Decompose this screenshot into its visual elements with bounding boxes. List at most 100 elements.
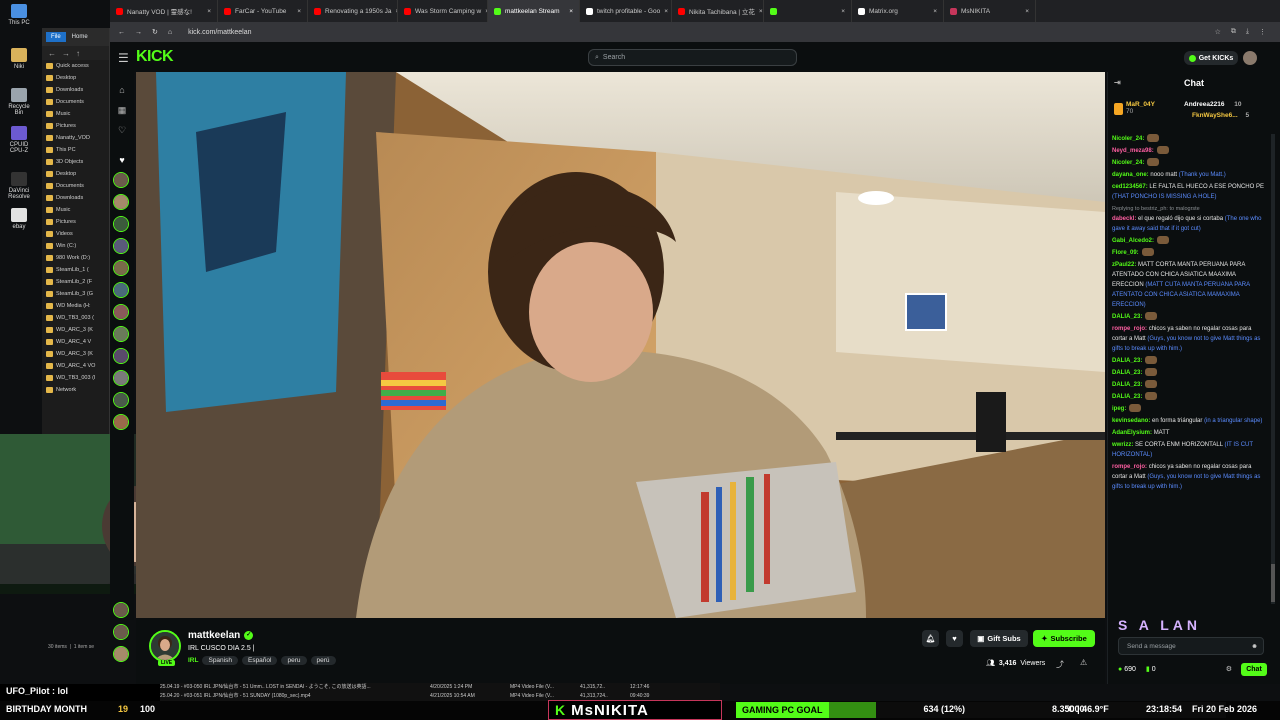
chat-username[interactable]: wwrizz: <box>1112 442 1133 448</box>
notification-bell-button[interactable]: 🔔︎ <box>922 630 939 647</box>
points-display[interactable]: ● 690 <box>1118 666 1136 673</box>
chat-message[interactable]: dayana_one: nooo matt (Thank you Matt.) <box>1112 170 1268 180</box>
browser-tab[interactable]: Nikita Tachibana | 立花 × <box>672 0 764 22</box>
followed-channel-avatar[interactable] <box>113 624 129 640</box>
tree-item[interactable]: WD Media (H: <box>46 300 109 312</box>
chat-message[interactable]: Nicoler_24: <box>1112 134 1268 144</box>
chat-message[interactable]: rompe_rojo: chicos ya saben no regalar c… <box>1112 462 1268 492</box>
desktop-icon[interactable]: This PC <box>4 4 34 26</box>
tree-item[interactable]: Downloads <box>46 192 109 204</box>
tree-item[interactable]: WD_ARC_3 (K <box>46 324 109 336</box>
file-row[interactable]: 25.04.19 - #03-050 IRL JPN/仙台市 - 51 Umm.… <box>160 683 720 692</box>
tab-close-icon[interactable]: × <box>207 8 211 15</box>
desktop-icon[interactable]: CPUID CPU-Z <box>4 126 34 154</box>
chat-message[interactable]: Flore_09: <box>1112 248 1268 258</box>
chat-send-button[interactable]: Chat <box>1241 663 1267 676</box>
tag-pill[interactable]: perú <box>310 656 336 665</box>
chat-username[interactable]: DALIA_23: <box>1112 358 1142 364</box>
user-avatar[interactable] <box>1243 51 1257 65</box>
desktop-icon[interactable]: ebay <box>4 208 34 230</box>
up-arrow-icon[interactable]: ↑ <box>76 49 80 58</box>
scroll-thumb[interactable] <box>1271 564 1275 602</box>
tab-close-icon[interactable]: × <box>664 8 668 15</box>
browser-tab[interactable]: Renovating a 1950s Ja× <box>308 0 398 22</box>
tag-pill[interactable]: peru <box>281 656 307 665</box>
following-rail-icon[interactable]: ♡ <box>116 124 128 136</box>
kick-logo[interactable]: KICK <box>136 48 174 66</box>
tree-item[interactable]: Documents <box>46 96 109 108</box>
browser-tab[interactable]: FarCar - YouTube × <box>218 0 308 22</box>
share-icon[interactable]: ⤴ <box>1056 659 1064 670</box>
followed-channel-avatar[interactable] <box>113 414 129 430</box>
chat-username[interactable]: ced1234567: <box>1112 184 1148 190</box>
forward-icon[interactable]: → <box>135 29 142 36</box>
tree-item[interactable]: SteamLib_1 ( <box>46 264 109 276</box>
channel-name[interactable]: mattkeelan <box>188 630 240 641</box>
reload-icon[interactable]: ↻ <box>152 28 158 36</box>
url-field[interactable]: kick.com/mattkeelan <box>188 29 251 36</box>
tab-close-icon[interactable]: × <box>933 8 937 15</box>
tree-item[interactable]: Win (C:) <box>46 240 109 252</box>
forward-arrow-icon[interactable]: → <box>62 49 70 58</box>
chat-message[interactable]: DALIA_23: <box>1112 312 1268 322</box>
followed-channel-avatar[interactable] <box>113 370 129 386</box>
get-kicks-button[interactable]: Get KICKs <box>1184 51 1238 65</box>
download-icon[interactable]: ⤓ <box>1246 28 1249 36</box>
search-input[interactable]: ⌕ Search <box>588 49 797 66</box>
chat-message[interactable]: DALIA_23: <box>1112 368 1268 378</box>
chat-message[interactable]: ced1234567: LE FALTA EL HUECO A ESE PONC… <box>1112 182 1268 202</box>
video-player[interactable] <box>136 72 1105 618</box>
chat-username[interactable]: kevinsedano: <box>1112 418 1150 424</box>
tree-item[interactable]: Pictures <box>46 216 109 228</box>
follow-heart-button[interactable]: ♥ <box>946 630 963 647</box>
tab-close-icon[interactable]: × <box>759 8 763 15</box>
followed-channel-avatar[interactable] <box>113 216 129 232</box>
ribbon-file-tab[interactable]: File <box>46 32 66 42</box>
desktop-icon[interactable]: Niki <box>4 48 34 70</box>
chat-username[interactable]: Nicoler_24: <box>1112 160 1144 166</box>
chat-settings-icon[interactable]: ⚙ <box>1226 665 1232 673</box>
tab-close-icon[interactable]: × <box>1025 8 1029 15</box>
chat-username[interactable]: DALIA_23: <box>1112 394 1142 400</box>
tree-item[interactable]: Pictures <box>46 120 109 132</box>
followed-channel-avatar[interactable] <box>113 348 129 364</box>
subscribe-button[interactable]: ✦ Subscribe <box>1033 630 1095 647</box>
chat-message[interactable]: zPaul22: MATT CORTA MANTA PERUANA PARA A… <box>1112 260 1268 310</box>
chat-username[interactable]: ipeg: <box>1112 406 1126 412</box>
tree-item[interactable]: WD_TB3_003 (I <box>46 372 109 384</box>
bookmark-star-icon[interactable]: ☆ <box>1215 28 1221 36</box>
chat-message[interactable]: AdanElysium: MATT <box>1112 428 1268 438</box>
tree-item[interactable]: Videos <box>46 228 109 240</box>
followed-channel-avatar[interactable] <box>113 326 129 342</box>
browser-tab[interactable]: MsNIKITA × <box>944 0 1036 22</box>
home-icon[interactable]: ⌂ <box>168 29 172 36</box>
collapse-chat-icon[interactable]: ⇥ <box>1114 78 1121 87</box>
chat-message[interactable]: rompe_rojo: chicos ya saben no regalar c… <box>1112 324 1268 354</box>
extensions-icon[interactable]: ⧉ <box>1231 28 1236 36</box>
chat-username[interactable]: Nicoler_24: <box>1112 136 1144 142</box>
tree-item[interactable]: Quick access <box>46 60 109 72</box>
chat-message[interactable]: Nicoler_24: <box>1112 158 1268 168</box>
tree-item[interactable]: Documents <box>46 180 109 192</box>
kicks-display[interactable]: ▮ 0 <box>1146 665 1156 673</box>
followed-channel-avatar[interactable] <box>113 282 129 298</box>
chat-username[interactable]: Flore_09: <box>1112 250 1139 256</box>
followed-channel-avatar[interactable] <box>113 304 129 320</box>
back-icon[interactable]: ← <box>118 29 125 36</box>
chat-username[interactable]: dayana_one: <box>1112 172 1149 178</box>
browse-rail-icon[interactable]: ▦ <box>116 104 128 116</box>
tree-item[interactable]: WD_ARC_4 VO <box>46 360 109 372</box>
chat-scrollbar[interactable] <box>1271 134 1275 604</box>
tree-item[interactable]: Music <box>46 204 109 216</box>
chat-message[interactable]: Replying to bestriz_ph: to malogrste dabe… <box>1112 204 1268 234</box>
followed-channel-avatar[interactable] <box>113 238 129 254</box>
chat-message[interactable]: ipeg: <box>1112 404 1268 414</box>
tree-item[interactable]: Nanatty_VOD <box>46 132 109 144</box>
tree-item[interactable]: 980 Work (D:) <box>46 252 109 264</box>
chat-message[interactable]: kevinsedano: en forma triángular (in a t… <box>1112 416 1268 426</box>
report-icon[interactable]: ⚠ <box>1080 658 1087 667</box>
desktop-icon[interactable]: DaVinci Resolve <box>4 172 34 200</box>
chat-message[interactable]: wwrizz: SE CORTA ENM HORIZONTALL (IT IS … <box>1112 440 1268 460</box>
followed-channel-avatar[interactable] <box>113 602 129 618</box>
browser-menu-icon[interactable]: ⋮ <box>1259 28 1266 36</box>
